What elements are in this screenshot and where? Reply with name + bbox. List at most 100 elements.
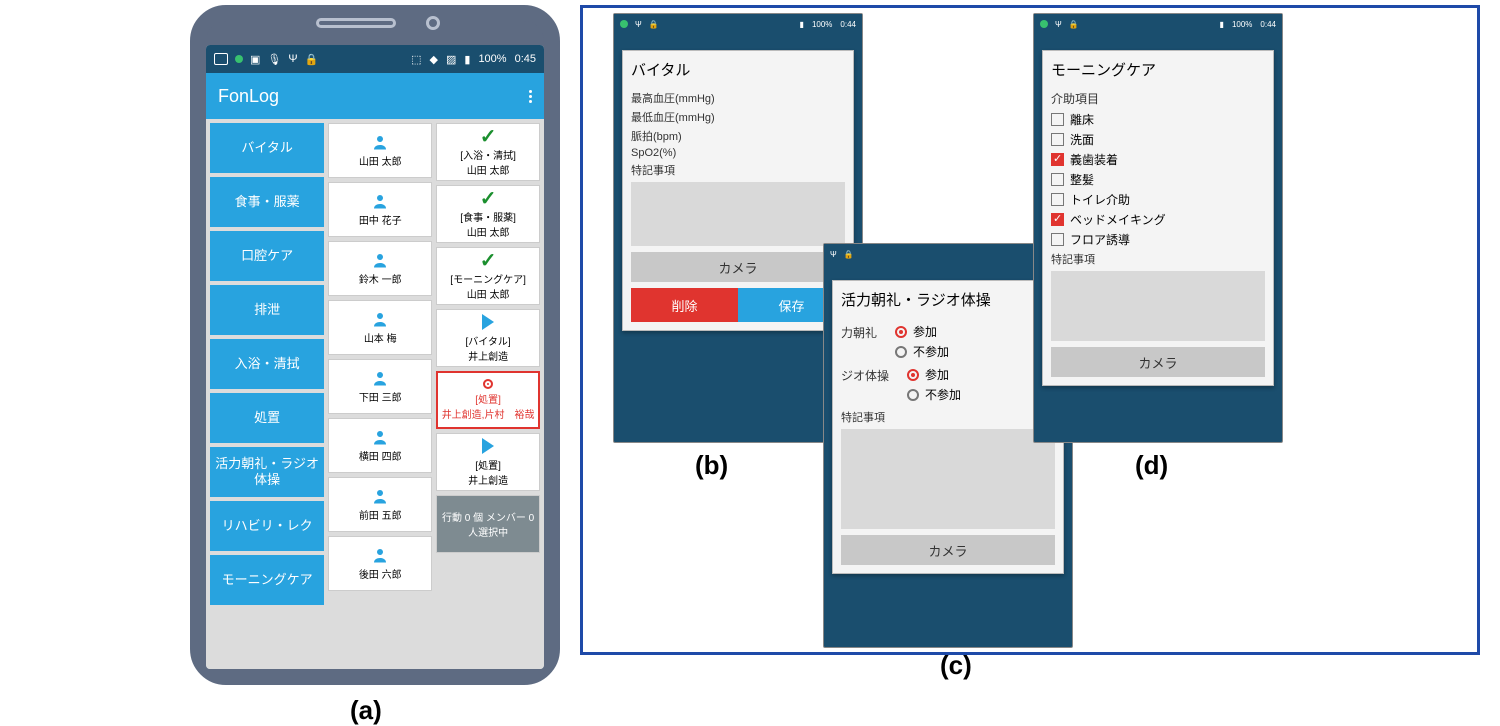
- person-card[interactable]: 田中 花子: [328, 182, 432, 237]
- checkbox-icon: [1051, 113, 1064, 126]
- category-button[interactable]: リハビリ・レク: [210, 501, 324, 551]
- category-button[interactable]: 排泄: [210, 285, 324, 335]
- person-name: 横田 四郎: [359, 448, 402, 463]
- task-who: 山田 太郎: [467, 224, 510, 239]
- checkbox-icon: [1051, 153, 1064, 166]
- task-column: ✓[入浴・清拭]山田 太郎 ✓[食事・服薬]山田 太郎 ✓[モーニングケア]山田…: [436, 123, 540, 665]
- radio-option[interactable]: 参加: [907, 366, 961, 383]
- radio-dialog: 活力朝礼・ラジオ体操 力朝礼 参加 不参加 ジオ体操 参加 不参加 特記事項 カ…: [832, 280, 1064, 574]
- phone-camera: [426, 16, 440, 30]
- task-label: [処置]: [475, 391, 501, 406]
- radio-label: 不参加: [925, 386, 961, 403]
- person-card[interactable]: 横田 四郎: [328, 418, 432, 473]
- notes-textarea[interactable]: [1051, 271, 1265, 341]
- task-card[interactable]: [処置]井上創造: [436, 433, 540, 491]
- caption-c: (c): [940, 650, 972, 681]
- category-button[interactable]: 活力朝礼・ラジオ体操: [210, 447, 324, 497]
- task-card[interactable]: ✓[食事・服薬]山田 太郎: [436, 185, 540, 243]
- notes-textarea[interactable]: [841, 429, 1055, 529]
- category-button[interactable]: 口腔ケア: [210, 231, 324, 281]
- checkbox-row[interactable]: 義歯装着: [1051, 151, 1265, 168]
- delete-button[interactable]: 削除: [631, 288, 738, 322]
- checkbox-icon: [1051, 133, 1064, 146]
- task-card-recording[interactable]: [処置]井上創造,片村 裕哉: [436, 371, 540, 429]
- task-who: 井上創造: [468, 348, 508, 363]
- person-name: 田中 花子: [359, 212, 402, 227]
- camera-button[interactable]: カメラ: [631, 252, 845, 282]
- person-name: 前田 五郎: [359, 507, 402, 522]
- battery-icon: ▮: [464, 53, 470, 66]
- radio-label: 不参加: [913, 343, 949, 360]
- check-icon: ✓: [480, 127, 497, 147]
- dialog-title: モーニングケア: [1051, 59, 1265, 80]
- checkbox-label: 洗面: [1070, 131, 1094, 148]
- usb-icon: Ψ: [830, 250, 837, 259]
- notes-label: 特記事項: [841, 409, 1055, 425]
- person-name: 山本 梅: [364, 330, 397, 345]
- section-label: 介助項目: [1051, 90, 1265, 107]
- task-card[interactable]: [バイタル]井上創造: [436, 309, 540, 367]
- person-icon: [371, 428, 389, 446]
- summary-text: 行動 0 個 メンバー 0 人選択中: [439, 509, 537, 539]
- person-icon: [371, 133, 389, 151]
- field-label[interactable]: 最低血圧(mmHg): [631, 109, 845, 125]
- play-icon: [482, 314, 494, 330]
- person-card[interactable]: 前田 五郎: [328, 477, 432, 532]
- notes-textarea[interactable]: [631, 182, 845, 246]
- checkbox-row[interactable]: フロア誘導: [1051, 231, 1265, 248]
- radio-option[interactable]: 不参加: [895, 343, 949, 360]
- person-name: 鈴木 一郎: [359, 271, 402, 286]
- task-summary[interactable]: 行動 0 個 メンバー 0 人選択中: [436, 495, 540, 553]
- person-icon: [371, 192, 389, 210]
- field-label[interactable]: 最高血圧(mmHg): [631, 90, 845, 106]
- camera-button[interactable]: カメラ: [841, 535, 1055, 565]
- category-button[interactable]: モーニングケア: [210, 555, 324, 605]
- field-label[interactable]: 脈拍(bpm): [631, 128, 845, 144]
- checkbox-icon: [1051, 233, 1064, 246]
- person-card[interactable]: 後田 六郎: [328, 536, 432, 591]
- status-icon: [214, 53, 228, 65]
- clock-text: 0:45: [515, 53, 536, 65]
- task-label: [入浴・清拭]: [460, 147, 516, 162]
- category-button[interactable]: バイタル: [210, 123, 324, 173]
- camera-button[interactable]: カメラ: [1051, 347, 1265, 377]
- more-icon[interactable]: [529, 90, 532, 103]
- task-card[interactable]: ✓[モーニングケア]山田 太郎: [436, 247, 540, 305]
- battery-icon: ▮: [800, 20, 804, 29]
- person-name: 山田 太郎: [359, 153, 402, 168]
- task-card[interactable]: ✓[入浴・清拭]山田 太郎: [436, 123, 540, 181]
- clock-text: 0:44: [1260, 20, 1276, 29]
- dialog-title: 活力朝礼・ラジオ体操: [841, 289, 1055, 310]
- checkbox-row[interactable]: 洗面: [1051, 131, 1265, 148]
- category-button[interactable]: 入浴・清拭: [210, 339, 324, 389]
- task-label: [モーニングケア]: [450, 271, 526, 286]
- battery-icon: ▮: [1220, 20, 1224, 29]
- person-card[interactable]: 山田 太郎: [328, 123, 432, 178]
- person-icon: [371, 310, 389, 328]
- person-card[interactable]: 山本 梅: [328, 300, 432, 355]
- nfc-icon: ▨: [446, 53, 456, 66]
- radio-option[interactable]: 不参加: [907, 386, 961, 403]
- record-icon: [483, 379, 493, 389]
- vital-dialog: バイタル 最高血圧(mmHg) 最低血圧(mmHg) 脈拍(bpm) SpO2(…: [622, 50, 854, 331]
- person-card[interactable]: 鈴木 一郎: [328, 241, 432, 296]
- radio-option[interactable]: 参加: [895, 323, 949, 340]
- play-icon: [482, 438, 494, 454]
- checkbox-row[interactable]: トイレ介助: [1051, 191, 1265, 208]
- battery-text: 100%: [1232, 20, 1252, 29]
- check-icon: ✓: [480, 251, 497, 271]
- usb-icon: Ψ: [635, 20, 642, 29]
- person-card[interactable]: 下田 三郎: [328, 359, 432, 414]
- category-button[interactable]: 食事・服薬: [210, 177, 324, 227]
- field-label[interactable]: SpO2(%): [631, 147, 845, 159]
- category-button[interactable]: 処置: [210, 393, 324, 443]
- checkbox-label: トイレ介助: [1070, 191, 1130, 208]
- checkbox-row[interactable]: 整髪: [1051, 171, 1265, 188]
- lock-icon: 🔒: [844, 250, 854, 259]
- checkbox-row[interactable]: 離床: [1051, 111, 1265, 128]
- checkbox-row[interactable]: ベッドメイキング: [1051, 211, 1265, 228]
- radio-icon: [895, 346, 907, 358]
- lock-icon: 🔒: [1069, 20, 1079, 29]
- caption-b: (b): [695, 450, 728, 481]
- checkbox-label: 整髪: [1070, 171, 1094, 188]
